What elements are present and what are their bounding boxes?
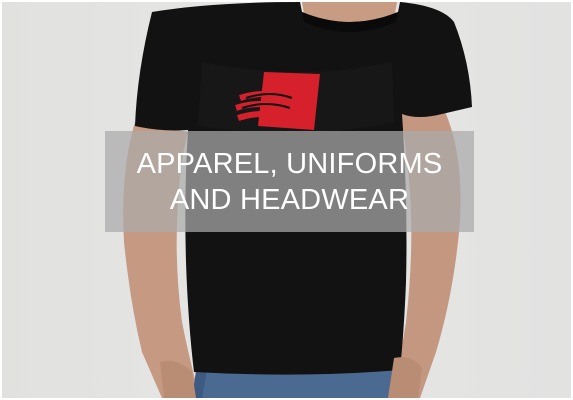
category-tile[interactable]: APPAREL, UNIFORMS AND HEADWEAR <box>0 0 573 400</box>
caption-line-2: AND HEADWEAR <box>169 183 410 216</box>
caption-line-1: APPAREL, UNIFORMS <box>136 147 443 180</box>
category-caption[interactable]: APPAREL, UNIFORMS AND HEADWEAR <box>105 131 474 232</box>
